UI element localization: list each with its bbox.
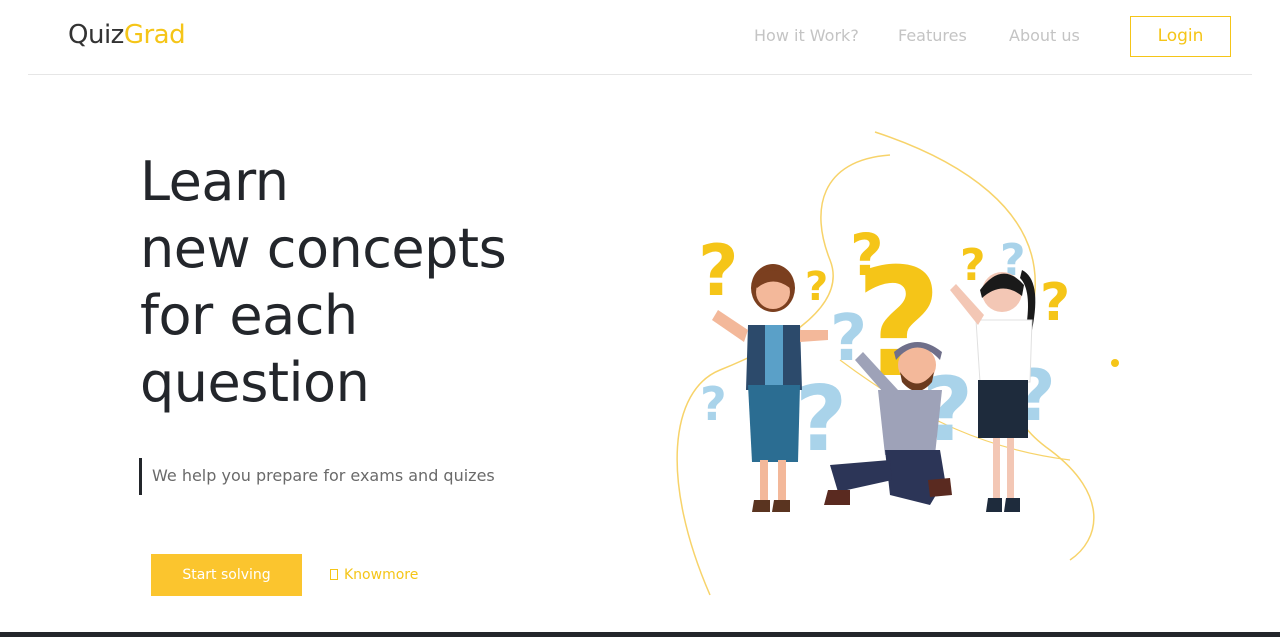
question-mark-icon: ?	[795, 367, 847, 472]
hero-illustration: ? ? ? ? ? ? ? ? ? ? ? ?	[676, 131, 1119, 596]
navbar: QuizGrad How it Work? Features About us …	[28, 0, 1252, 75]
knowmore-link[interactable]: Knowmore	[330, 566, 418, 584]
hero-title-line-1: Learn	[140, 150, 289, 213]
brand-logo[interactable]: QuizGrad	[68, 19, 186, 51]
nav-link-features[interactable]: Features	[898, 26, 967, 46]
brand-logo-part-1: Quiz	[68, 20, 124, 50]
decorative-dot	[1111, 359, 1119, 367]
nav-link-about-us[interactable]: About us	[1009, 26, 1080, 46]
nav-link-how-it-works[interactable]: How it Work?	[754, 26, 859, 46]
tagline-accent-bar	[139, 458, 142, 495]
hero-title-line-4: question	[140, 351, 370, 414]
landing-page: QuizGrad How it Work? Features About us …	[0, 0, 1280, 637]
hero-title: Learn new concepts for each question	[140, 148, 507, 416]
knowmore-label: Knowmore	[344, 567, 419, 583]
hero-title-line-3: for each	[140, 284, 358, 347]
start-solving-button[interactable]: Start solving	[151, 554, 302, 596]
question-mark-icon: ?	[698, 230, 739, 312]
missing-glyph-box-icon	[330, 569, 338, 580]
brand-logo-part-2: Grad	[123, 20, 186, 50]
login-button[interactable]: Login	[1130, 16, 1231, 57]
question-mark-icon: ?	[960, 240, 986, 291]
bottom-divider	[0, 632, 1280, 637]
hero-title-line-2: new concepts	[140, 217, 507, 280]
question-mark-icon: ?	[700, 377, 727, 431]
hero-tagline: We help you prepare for exams and quizes	[152, 466, 495, 485]
question-mark-icon: ?	[805, 264, 828, 310]
question-mark-icon: ?	[1040, 273, 1070, 333]
